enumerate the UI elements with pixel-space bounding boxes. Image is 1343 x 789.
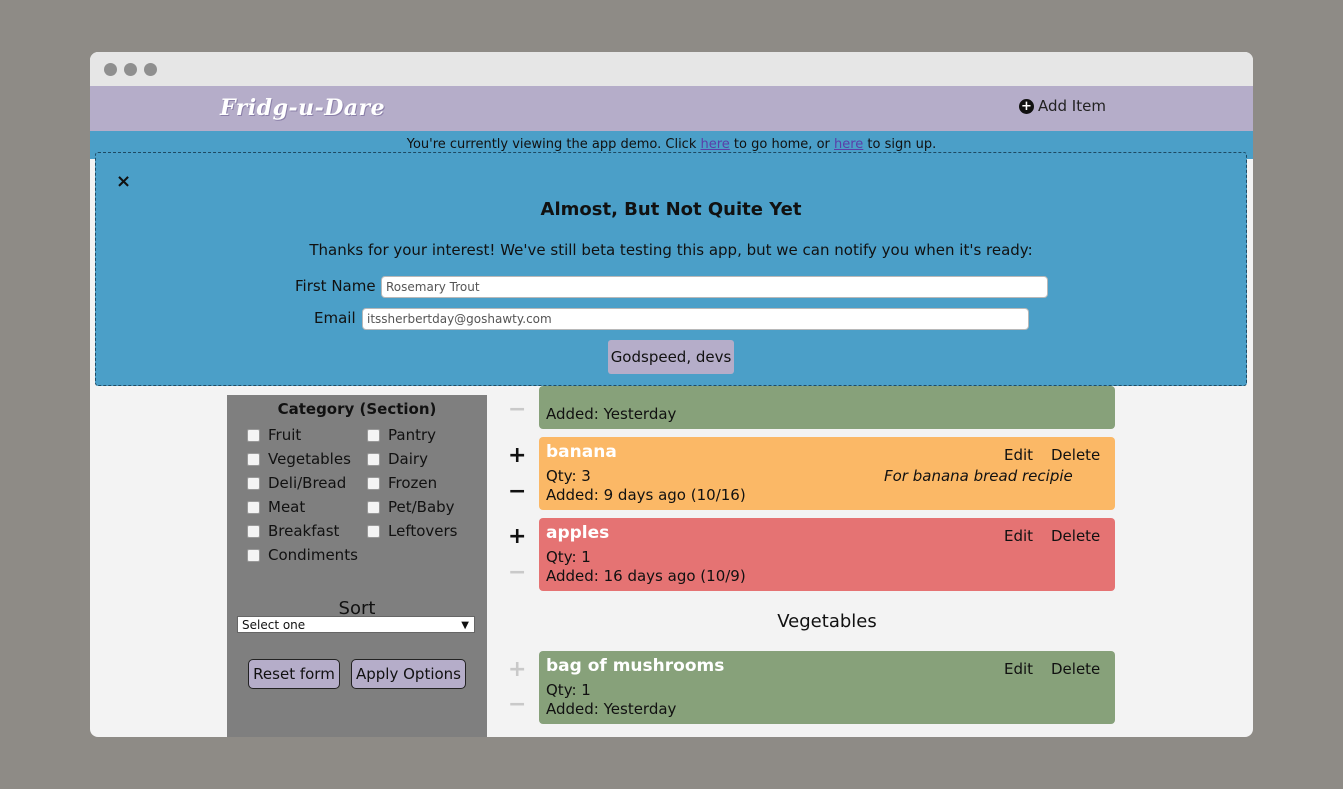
banner-text-middle: to go home, or — [729, 137, 834, 152]
checkbox-pet-baby[interactable]: Pet/Baby — [367, 498, 455, 516]
add-item-button[interactable]: + Add Item — [1019, 97, 1106, 115]
item-card-mushrooms: bag of mushrooms Edit Delete Qty: 1 Adde… — [539, 651, 1115, 724]
item-added: Added: 16 days ago (10/9) — [546, 567, 746, 585]
plus-circle-icon: + — [1019, 98, 1034, 114]
dropdown-arrow-icon: ▼ — [461, 620, 469, 631]
decrement-button[interactable]: − — [508, 399, 526, 421]
item-added: Added: Yesterday — [546, 700, 677, 718]
edit-button[interactable]: Edit — [1004, 446, 1033, 464]
checkbox-box[interactable] — [247, 548, 260, 562]
decrement-button[interactable]: − — [508, 694, 526, 716]
signup-link[interactable]: here — [834, 137, 863, 152]
checkbox-box[interactable] — [247, 476, 260, 490]
item-name: apples — [546, 523, 610, 543]
signup-modal: × Almost, But Not Quite Yet Thanks for y… — [95, 152, 1247, 386]
add-item-label: Add Item — [1038, 97, 1106, 115]
apply-options-button[interactable]: Apply Options — [351, 659, 466, 689]
checkbox-label: Meat — [268, 498, 306, 516]
checkbox-frozen[interactable]: Frozen — [367, 474, 437, 492]
banner-text-start: You're currently viewing the app demo. C… — [406, 137, 701, 152]
checkbox-box[interactable] — [247, 452, 260, 466]
checkbox-box[interactable] — [247, 524, 260, 538]
app-header: Fridg-u-Dare + Add Item — [90, 86, 1253, 131]
window-dot-minimize[interactable] — [124, 63, 137, 76]
checkbox-label: Dairy — [388, 450, 428, 468]
checkbox-pantry[interactable]: Pantry — [367, 426, 436, 444]
item-qty: Qty: 1 — [546, 681, 591, 699]
close-icon[interactable]: × — [116, 171, 131, 192]
modal-title: Almost, But Not Quite Yet — [540, 199, 802, 220]
email-label: Email — [314, 309, 356, 327]
item-name: banana — [546, 442, 617, 462]
checkbox-meat[interactable]: Meat — [247, 498, 305, 516]
first-name-label: First Name — [295, 277, 376, 295]
sort-select-value: Select one — [242, 618, 306, 632]
banner-text-end: to sign up. — [863, 137, 937, 152]
checkbox-box[interactable] — [367, 476, 380, 490]
checkbox-vegetables[interactable]: Vegetables — [247, 450, 351, 468]
item-name: bag of mushrooms — [546, 656, 725, 676]
delete-button[interactable]: Delete — [1051, 446, 1100, 464]
checkbox-label: Deli/Bread — [268, 474, 347, 492]
increment-button[interactable]: + — [508, 526, 526, 548]
item-note: For banana bread recipie — [884, 467, 1073, 485]
item-added: Added: Yesterday — [546, 405, 677, 423]
checkbox-box[interactable] — [367, 452, 380, 466]
item-qty: Qty: 1 — [546, 548, 591, 566]
checkbox-label: Breakfast — [268, 522, 340, 540]
item-added: Added: 9 days ago (10/16) — [546, 486, 746, 504]
checkbox-label: Condiments — [268, 546, 358, 564]
filter-sidebar: Category (Section) Fruit Vegetables Deli… — [227, 395, 487, 737]
increment-button[interactable]: + — [508, 659, 526, 681]
item-qty: Qty: 3 — [546, 467, 591, 485]
edit-button[interactable]: Edit — [1004, 527, 1033, 545]
app-logo[interactable]: Fridg-u-Dare — [220, 95, 385, 121]
item-card-apples: apples Edit Delete Qty: 1 Added: 16 days… — [539, 518, 1115, 591]
checkbox-condiments[interactable]: Condiments — [247, 546, 358, 564]
decrement-button[interactable]: − — [508, 481, 526, 503]
checkbox-breakfast[interactable]: Breakfast — [247, 522, 339, 540]
checkbox-label: Frozen — [388, 474, 438, 492]
email-input[interactable] — [362, 308, 1029, 330]
category-title: Category (Section) — [277, 400, 437, 418]
checkbox-label: Pet/Baby — [388, 498, 455, 516]
checkbox-deli-bread[interactable]: Deli/Bread — [247, 474, 346, 492]
checkbox-label: Pantry — [388, 426, 436, 444]
sort-select[interactable]: Select one ▼ — [237, 616, 475, 633]
modal-description: Thanks for your interest! We've still be… — [309, 241, 1033, 259]
checkbox-label: Vegetables — [268, 450, 351, 468]
increment-button[interactable]: + — [508, 445, 526, 467]
submit-button[interactable]: Godspeed, devs — [608, 340, 734, 374]
section-title-vegetables: Vegetables — [777, 611, 877, 632]
home-link[interactable]: here — [701, 137, 730, 152]
checkbox-box[interactable] — [247, 500, 260, 514]
delete-button[interactable]: Delete — [1051, 660, 1100, 678]
item-card-banana: banana Edit Delete Qty: 3 For banana bre… — [539, 437, 1115, 510]
checkbox-label: Leftovers — [388, 522, 458, 540]
checkbox-label: Fruit — [268, 426, 302, 444]
checkbox-leftovers[interactable]: Leftovers — [367, 522, 458, 540]
window-dot-maximize[interactable] — [144, 63, 157, 76]
edit-button[interactable]: Edit — [1004, 660, 1033, 678]
first-name-input[interactable] — [381, 276, 1048, 298]
checkbox-box[interactable] — [367, 500, 380, 514]
checkbox-box[interactable] — [367, 524, 380, 538]
checkbox-box[interactable] — [367, 428, 380, 442]
delete-button[interactable]: Delete — [1051, 527, 1100, 545]
checkbox-fruit[interactable]: Fruit — [247, 426, 301, 444]
checkbox-dairy[interactable]: Dairy — [367, 450, 428, 468]
reset-form-button[interactable]: Reset form — [248, 659, 340, 689]
item-card-partial: Added: Yesterday — [539, 386, 1115, 429]
checkbox-box[interactable] — [247, 428, 260, 442]
decrement-button[interactable]: − — [508, 562, 526, 584]
window-dot-close[interactable] — [104, 63, 117, 76]
title-bar — [90, 52, 1253, 86]
